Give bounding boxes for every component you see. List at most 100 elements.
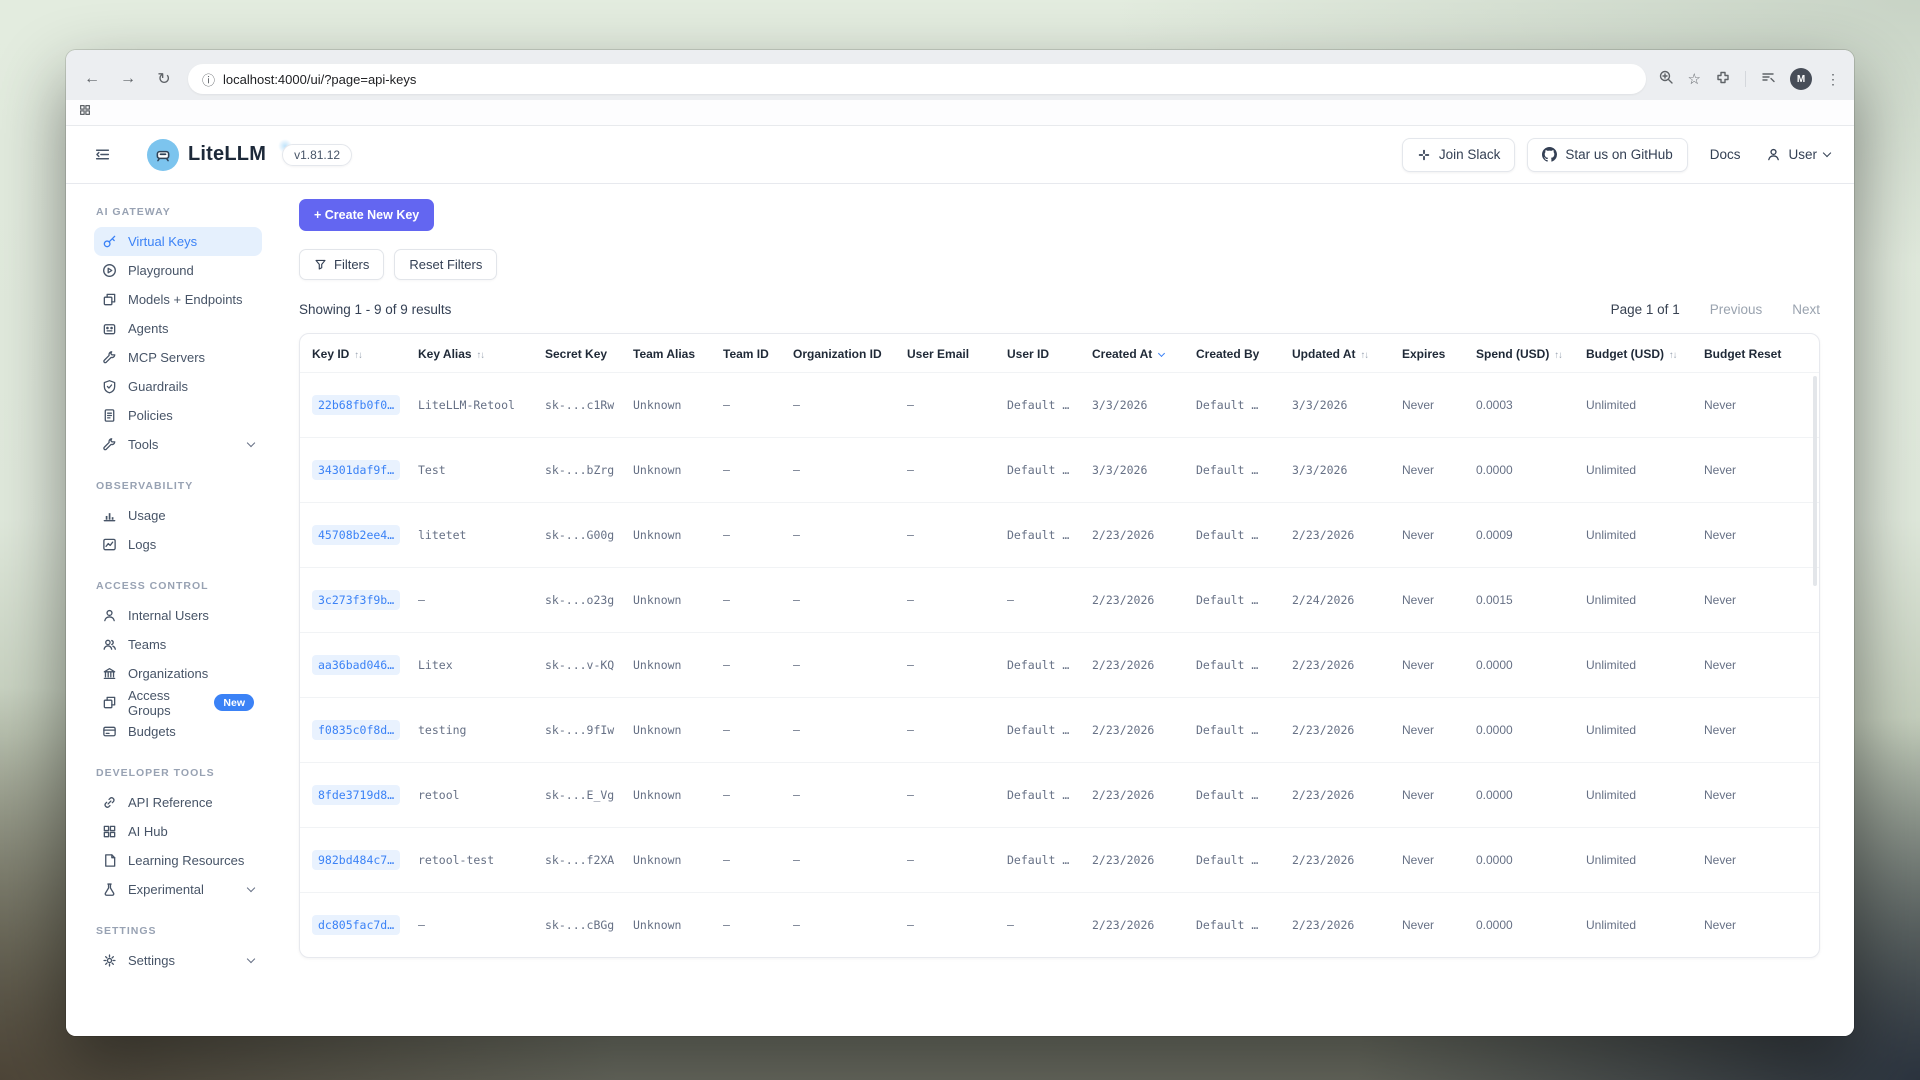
col-team-alias: Team Alias xyxy=(621,334,711,373)
sidebar-item-api-reference[interactable]: API Reference xyxy=(94,788,262,817)
layers-icon xyxy=(102,292,117,307)
sidebar-item-ai-hub[interactable]: AI Hub xyxy=(94,817,262,846)
cell-expires: Never xyxy=(1390,503,1464,568)
sort-icon[interactable]: ↑↓ xyxy=(1361,350,1369,361)
filters-button[interactable]: Filters xyxy=(299,249,384,280)
col-spend[interactable]: Spend (USD)↑↓ xyxy=(1464,334,1574,373)
sidebar-item-models-endpoints[interactable]: Models + Endpoints xyxy=(94,285,262,314)
user-menu[interactable]: User xyxy=(1766,147,1830,162)
sidebar-item-access-groups[interactable]: Access Groups New xyxy=(94,688,262,717)
col-key-id[interactable]: Key ID↑↓ xyxy=(300,334,406,373)
key-id-link[interactable]: 982bd484c7… xyxy=(312,850,400,870)
cell-budget: Unlimited xyxy=(1574,373,1692,438)
sort-icon[interactable]: ↑↓ xyxy=(1669,350,1677,361)
keys-table-card: Key ID↑↓ Key Alias↑↓ Secret Key Team Ali… xyxy=(299,333,1820,958)
sidebar-item-policies[interactable]: Policies xyxy=(94,401,262,430)
sort-icon[interactable]: ↑↓ xyxy=(477,350,485,361)
sidebar-item-budgets[interactable]: Budgets xyxy=(94,717,262,746)
col-created-at[interactable]: Created At xyxy=(1080,334,1184,373)
cell-organization-id: – xyxy=(781,633,895,698)
sidebar-item-tools[interactable]: Tools xyxy=(94,430,262,459)
site-info-icon[interactable]: ⓘ xyxy=(202,70,215,89)
cell-team-alias: Unknown xyxy=(621,828,711,893)
sidebar-item-experimental[interactable]: Experimental xyxy=(94,875,262,904)
table-scrollbar[interactable] xyxy=(1813,376,1817,586)
key-id-link[interactable]: 22b68fb0f0… xyxy=(312,395,400,415)
cell-team-id: – xyxy=(711,438,781,503)
sidebar-item-label: MCP Servers xyxy=(128,350,205,365)
col-user-email: User Email xyxy=(895,334,995,373)
cell-secret-key: sk-...bZrg xyxy=(533,438,621,503)
key-id-link[interactable]: 8fde3719d8… xyxy=(312,785,400,805)
cell-secret-key: sk-...G00g xyxy=(533,503,621,568)
sidebar-collapse-icon[interactable] xyxy=(94,146,111,163)
funnel-icon xyxy=(314,258,327,271)
reload-icon[interactable]: ↻ xyxy=(152,67,176,91)
reset-filters-button[interactable]: Reset Filters xyxy=(394,249,497,280)
apps-grid-icon[interactable] xyxy=(78,103,92,122)
key-id-link[interactable]: 34301daf9f… xyxy=(312,460,400,480)
cell-spend: 0.0009 xyxy=(1464,503,1574,568)
join-slack-label: Join Slack xyxy=(1439,147,1501,162)
forward-icon[interactable]: → xyxy=(116,67,140,91)
cell-created-at: 2/23/2026 xyxy=(1080,503,1184,568)
users-icon xyxy=(102,637,117,652)
sidebar-item-mcp-servers[interactable]: MCP Servers xyxy=(94,343,262,372)
cell-team-id: – xyxy=(711,698,781,763)
sidebar-item-settings[interactable]: Settings xyxy=(94,946,262,975)
bookmark-star-icon[interactable]: ☆ xyxy=(1688,70,1701,88)
cell-updated-at: 2/23/2026 xyxy=(1280,698,1390,763)
sidebar-item-teams[interactable]: Teams xyxy=(94,630,262,659)
key-id-link[interactable]: 3c273f3f9b… xyxy=(312,590,400,610)
join-slack-button[interactable]: Join Slack xyxy=(1402,138,1516,172)
sidebar-item-virtual-keys[interactable]: Virtual Keys xyxy=(94,227,262,256)
sidebar-item-agents[interactable]: Agents xyxy=(94,314,262,343)
col-updated-at[interactable]: Updated At↑↓ xyxy=(1280,334,1390,373)
zoom-icon[interactable] xyxy=(1658,69,1674,90)
cell-budget-reset: Never xyxy=(1692,763,1819,828)
sidebar-item-usage[interactable]: Usage xyxy=(94,501,262,530)
col-budget[interactable]: Budget (USD)↑↓ xyxy=(1574,334,1692,373)
sidebar-item-logs[interactable]: Logs xyxy=(94,530,262,559)
cell-expires: Never xyxy=(1390,568,1464,633)
cell-created-by: Default … xyxy=(1184,373,1280,438)
sidebar-item-label: API Reference xyxy=(128,795,213,810)
key-id-link[interactable]: dc805fac7d… xyxy=(312,915,400,935)
key-id-link[interactable]: f0835c0f8d… xyxy=(312,720,400,740)
sort-icon[interactable]: ↑↓ xyxy=(354,350,362,361)
address-bar[interactable]: ⓘ localhost:4000/ui/?page=api-keys xyxy=(188,64,1646,94)
profile-avatar[interactable]: M xyxy=(1790,68,1812,90)
wrench-icon xyxy=(102,437,117,452)
sidebar-item-label: Policies xyxy=(128,408,173,423)
cell-budget: Unlimited xyxy=(1574,568,1692,633)
cell-user-email: – xyxy=(895,828,995,893)
previous-button[interactable]: Previous xyxy=(1710,302,1763,317)
side-panel-icon[interactable] xyxy=(1760,69,1776,90)
cell-budget-reset: Never xyxy=(1692,698,1819,763)
sidebar-item-learning-resources[interactable]: Learning Resources xyxy=(94,846,262,875)
cell-created-by: Default … xyxy=(1184,893,1280,958)
col-key-alias[interactable]: Key Alias↑↓ xyxy=(406,334,533,373)
flask-icon xyxy=(102,882,117,897)
back-icon[interactable]: ← xyxy=(80,67,104,91)
user-icon xyxy=(102,608,117,623)
cell-team-alias: Unknown xyxy=(621,893,711,958)
menu-dots-icon[interactable]: ⋮ xyxy=(1826,71,1840,88)
sidebar-item-label: AI Hub xyxy=(128,824,168,839)
sidebar-item-guardrails[interactable]: Guardrails xyxy=(94,372,262,401)
brand-logo[interactable]: LiteLLM xyxy=(147,139,266,171)
sidebar-item-internal-users[interactable]: Internal Users xyxy=(94,601,262,630)
key-id-link[interactable]: 45708b2ee4… xyxy=(312,525,400,545)
slack-icon xyxy=(1417,148,1431,162)
create-new-key-button[interactable]: + Create New Key xyxy=(299,199,434,231)
sidebar-item-playground[interactable]: Playground xyxy=(94,256,262,285)
star-github-button[interactable]: Star us on GitHub xyxy=(1527,138,1687,172)
sidebar-item-organizations[interactable]: Organizations xyxy=(94,659,262,688)
cell-updated-at: 2/23/2026 xyxy=(1280,633,1390,698)
sort-icon[interactable]: ↑↓ xyxy=(1554,350,1562,361)
docs-link[interactable]: Docs xyxy=(1710,147,1741,162)
key-id-link[interactable]: aa36bad046… xyxy=(312,655,400,675)
extensions-icon[interactable] xyxy=(1715,69,1731,90)
sort-desc-icon[interactable] xyxy=(1158,350,1165,357)
next-button[interactable]: Next xyxy=(1792,302,1820,317)
